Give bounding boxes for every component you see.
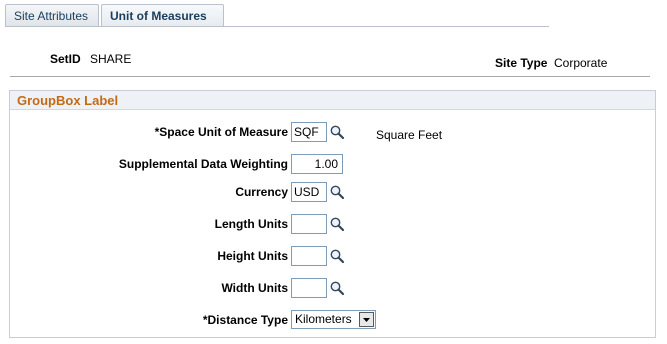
groupbox-title: GroupBox Label (10, 91, 655, 110)
header-divider (10, 76, 650, 77)
distance-type-label: *Distance Type (202, 313, 288, 327)
distance-type-value: Kilometers (295, 312, 352, 326)
width-units-input[interactable] (291, 278, 327, 298)
length-units-lookup-icon[interactable] (329, 216, 345, 232)
currency-label: Currency (235, 185, 288, 199)
tab-unit-of-measures[interactable]: Unit of Measures (101, 4, 224, 27)
distance-type-select[interactable]: Kilometers (291, 310, 376, 329)
space-uom-label: *Space Unit of Measure (154, 125, 288, 139)
site-type-label: Site Type (495, 56, 548, 70)
width-units-lookup-icon[interactable] (329, 280, 345, 296)
height-units-input[interactable] (291, 246, 327, 266)
tab-underline (5, 26, 549, 27)
tab-site-attributes[interactable]: Site Attributes (5, 4, 99, 27)
chevron-down-icon (363, 318, 370, 322)
length-units-input[interactable] (291, 214, 327, 234)
currency-input[interactable]: USD (291, 182, 327, 202)
space-uom-input[interactable]: SQF (291, 122, 327, 142)
width-units-label: Width Units (221, 281, 288, 295)
height-units-lookup-icon[interactable] (329, 248, 345, 264)
site-type-value: Corporate (554, 56, 608, 70)
length-units-label: Length Units (214, 217, 288, 231)
height-units-label: Height Units (217, 249, 288, 263)
space-uom-description: Square Feet (376, 128, 443, 142)
setid-label: SetID (50, 52, 81, 66)
supp-weight-input[interactable]: 1.00 (291, 154, 343, 174)
dropdown-button[interactable] (359, 312, 374, 327)
supp-weight-label: Supplemental Data Weighting (118, 157, 288, 171)
currency-lookup-icon[interactable] (329, 184, 345, 200)
setid-value: SHARE (90, 52, 132, 66)
space-uom-lookup-icon[interactable] (329, 124, 345, 140)
